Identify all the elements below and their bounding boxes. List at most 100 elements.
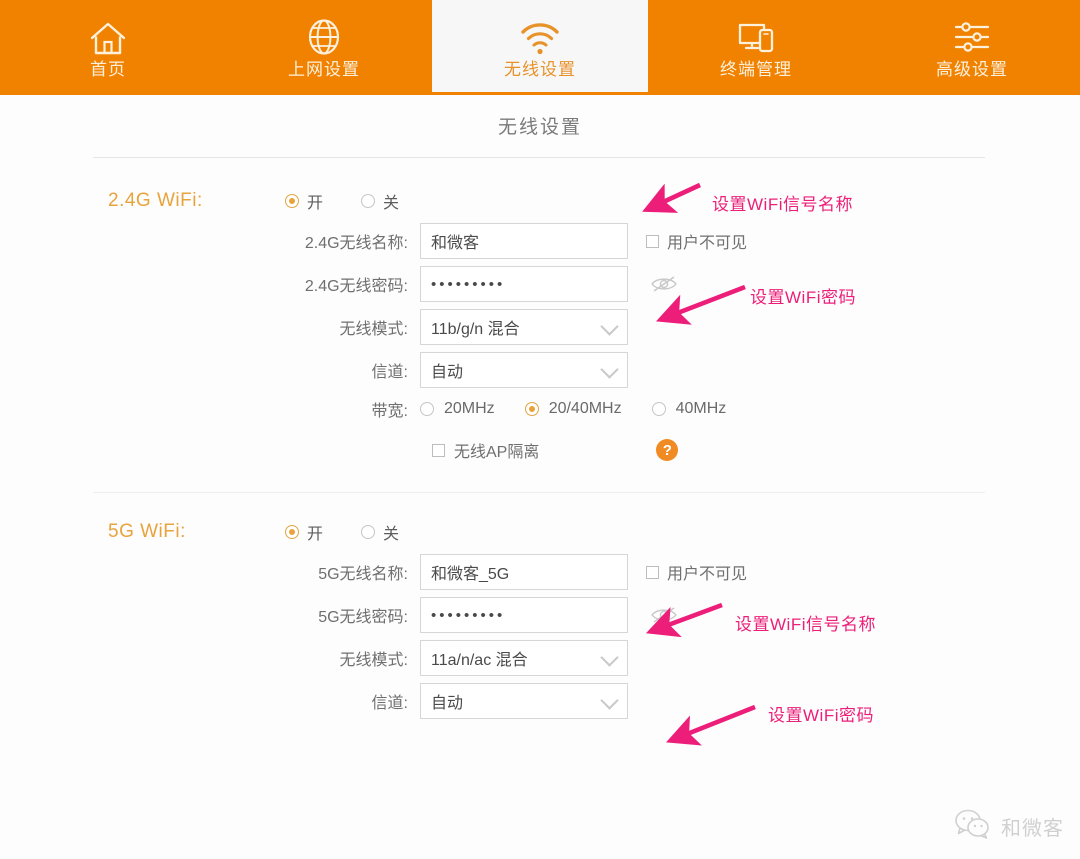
globe-icon — [304, 15, 344, 57]
nav-item-home-label: 首页 — [90, 60, 126, 79]
band-5g-mode-value: 11a/n/ac 混合 — [431, 652, 528, 669]
page-content: 无线设置 2.4G WiFi: 开 关 2.4G无线名称: 和微客 用户不可见 … — [0, 95, 1080, 859]
band-2.4g-channel-row: 信道: 自动 — [0, 352, 1080, 388]
band-5g-ssid-row: 5G无线名称: 和微客_5G 用户不可见 — [0, 554, 1080, 590]
band-2.4g-ssid-value: 和微客 — [431, 235, 480, 252]
band-2.4g-channel-value: 自动 — [431, 364, 464, 381]
band-5g-header-row: 5G WiFi: 开 关 — [0, 517, 1080, 547]
band-2.4g-ssid-row: 2.4G无线名称: 和微客 用户不可见 — [0, 223, 1080, 259]
band-5g-password-label: 5G无线密码: — [318, 609, 408, 626]
wifi-icon — [518, 15, 562, 57]
band-2.4g-power-on-option[interactable]: 开 — [285, 189, 323, 213]
band-5g-channel-select[interactable]: 自动 — [420, 683, 628, 719]
band-5g-power-on-label: 开 — [307, 526, 324, 543]
band-5g-hidden-checkbox[interactable]: 用户不可见 — [646, 560, 747, 584]
band-2.4g-ssid-label: 2.4G无线名称: — [304, 235, 408, 252]
nav-item-internet-settings-label: 上网设置 — [288, 60, 360, 79]
nav-item-device-management[interactable]: 终端管理 — [648, 0, 864, 95]
devices-icon — [734, 15, 778, 57]
home-icon — [88, 15, 128, 57]
nav-item-internet-settings[interactable]: 上网设置 — [216, 0, 432, 95]
band-5g-ssid-value: 和微客_5G — [431, 566, 510, 583]
band-5g-mode-label: 无线模式: — [339, 652, 408, 669]
band-2.4g-mode-row: 无线模式: 11b/g/n 混合 — [0, 309, 1080, 345]
radio-off-indicator[interactable] — [361, 194, 376, 208]
band-2.4g-section: 2.4G WiFi: 开 关 2.4G无线名称: 和微客 用户不可见 2.4G无… — [0, 186, 1080, 462]
section-divider — [93, 492, 985, 493]
band-5g-password-input[interactable]: ••••••••• — [420, 597, 628, 633]
band-2.4g-power-on-label: 开 — [307, 195, 324, 212]
bandwidth-option-40mhz[interactable]: 40MHz — [651, 400, 727, 418]
band-5g-title: 5G WiFi: — [108, 521, 186, 542]
band-2.4g-hidden-checkbox-label: 用户不可见 — [667, 235, 748, 252]
nav-item-device-management-label: 终端管理 — [720, 60, 792, 79]
nav-item-advanced-settings-label: 高级设置 — [936, 60, 1008, 79]
radio-on-indicator[interactable] — [285, 525, 299, 539]
nav-item-wireless-settings-label: 无线设置 — [504, 60, 576, 79]
band-2.4g-power-radiogroup[interactable]: 开 关 — [285, 189, 399, 213]
bandwidth-option-20-40mhz[interactable]: 20/40MHz — [524, 400, 622, 418]
band-5g-channel-label: 信道: — [371, 695, 408, 712]
annotation-band-2.4g-password: 设置WiFi密码 — [750, 288, 856, 307]
band-2.4g-bandwidth-label: 带宽: — [371, 403, 408, 420]
eye-off-icon[interactable] — [650, 605, 678, 625]
band-2.4g-channel-select[interactable]: 自动 — [420, 352, 628, 388]
watermark: 和微客 — [953, 808, 1064, 845]
eye-off-icon[interactable] — [650, 274, 678, 294]
band-2.4g-title: 2.4G WiFi: — [108, 190, 203, 211]
checkbox-box[interactable] — [646, 565, 659, 579]
band-2.4g-ssid-input[interactable]: 和微客 — [420, 223, 628, 259]
checkbox-box[interactable] — [432, 443, 445, 457]
radio-indicator-selected[interactable] — [524, 402, 539, 416]
chevron-down-icon — [600, 691, 619, 710]
band-5g-power-off-label: 关 — [383, 526, 400, 543]
bandwidth-option-20mhz-label: 20MHz — [444, 400, 495, 417]
band-5g-password-row: 5G无线密码: ••••••••• — [0, 597, 1080, 633]
band-5g-ssid-label: 5G无线名称: — [318, 566, 408, 583]
band-5g-password-value: ••••••••• — [431, 606, 506, 624]
ap-isolation-label: 无线AP隔离 — [454, 444, 540, 461]
band-5g-hidden-checkbox-label: 用户不可见 — [667, 566, 748, 583]
band-2.4g-power-off-option[interactable]: 关 — [361, 189, 399, 213]
band-5g-power-off-option[interactable]: 关 — [361, 520, 399, 544]
band-2.4g-power-off-label: 关 — [383, 195, 400, 212]
band-2.4g-password-label: 2.4G无线密码: — [304, 278, 408, 295]
wechat-bubbles-icon — [953, 808, 995, 845]
watermark-text: 和微客 — [1001, 818, 1064, 840]
band-2.4g-hidden-checkbox[interactable]: 用户不可见 — [646, 229, 747, 253]
sliders-icon — [950, 15, 994, 57]
band-5g-section: 5G WiFi: 开 关 5G无线名称: 和微客_5G 用户不可见 5G无线密码… — [0, 517, 1080, 719]
band-5g-channel-row: 信道: 自动 — [0, 683, 1080, 719]
band-2.4g-password-row: 2.4G无线密码: ••••••••• — [0, 266, 1080, 302]
band-5g-channel-value: 自动 — [431, 695, 464, 712]
chevron-down-icon — [600, 648, 619, 667]
band-2.4g-channel-label: 信道: — [371, 364, 408, 381]
band-2.4g-mode-select[interactable]: 11b/g/n 混合 — [420, 309, 628, 345]
radio-indicator[interactable] — [420, 402, 434, 416]
band-2.4g-header-row: 2.4G WiFi: 开 关 — [0, 186, 1080, 216]
checkbox-box[interactable] — [646, 234, 659, 248]
nav-item-wireless-settings[interactable]: 无线设置 — [432, 0, 648, 95]
nav-item-home[interactable]: 首页 — [0, 0, 216, 95]
radio-indicator[interactable] — [651, 402, 666, 416]
band-2.4g-bandwidth-radiogroup[interactable]: 20MHz 20/40MHz 40MHz — [420, 400, 726, 418]
bandwidth-option-40mhz-label: 40MHz — [675, 400, 727, 417]
band-5g-mode-select[interactable]: 11a/n/ac 混合 — [420, 640, 628, 676]
radio-on-indicator[interactable] — [285, 194, 299, 208]
band-5g-ssid-input[interactable]: 和微客_5G — [420, 554, 628, 590]
band-2.4g-password-input[interactable]: ••••••••• — [420, 266, 628, 302]
chevron-down-icon — [600, 360, 619, 379]
annotation-band-5g-password: 设置WiFi密码 — [768, 706, 874, 725]
ap-isolation-checkbox[interactable]: 无线AP隔离 — [432, 438, 539, 462]
help-icon[interactable]: ? — [656, 439, 679, 461]
page-title: 无线设置 — [497, 117, 582, 138]
main-navigation: 首页 上网设置 无线设置 终端管理 高级设置 — [0, 0, 1080, 95]
band-5g-power-radiogroup[interactable]: 开 关 — [285, 520, 399, 544]
bandwidth-option-20-40mhz-label: 20/40MHz — [548, 400, 622, 417]
bandwidth-option-20mhz[interactable]: 20MHz — [420, 400, 495, 418]
nav-item-advanced-settings[interactable]: 高级设置 — [864, 0, 1080, 95]
band-5g-power-on-option[interactable]: 开 — [285, 520, 323, 544]
radio-off-indicator[interactable] — [361, 525, 376, 539]
annotation-band-2.4g-ssid: 设置WiFi信号名称 — [712, 195, 853, 214]
annotation-band-5g-ssid: 设置WiFi信号名称 — [735, 615, 876, 634]
